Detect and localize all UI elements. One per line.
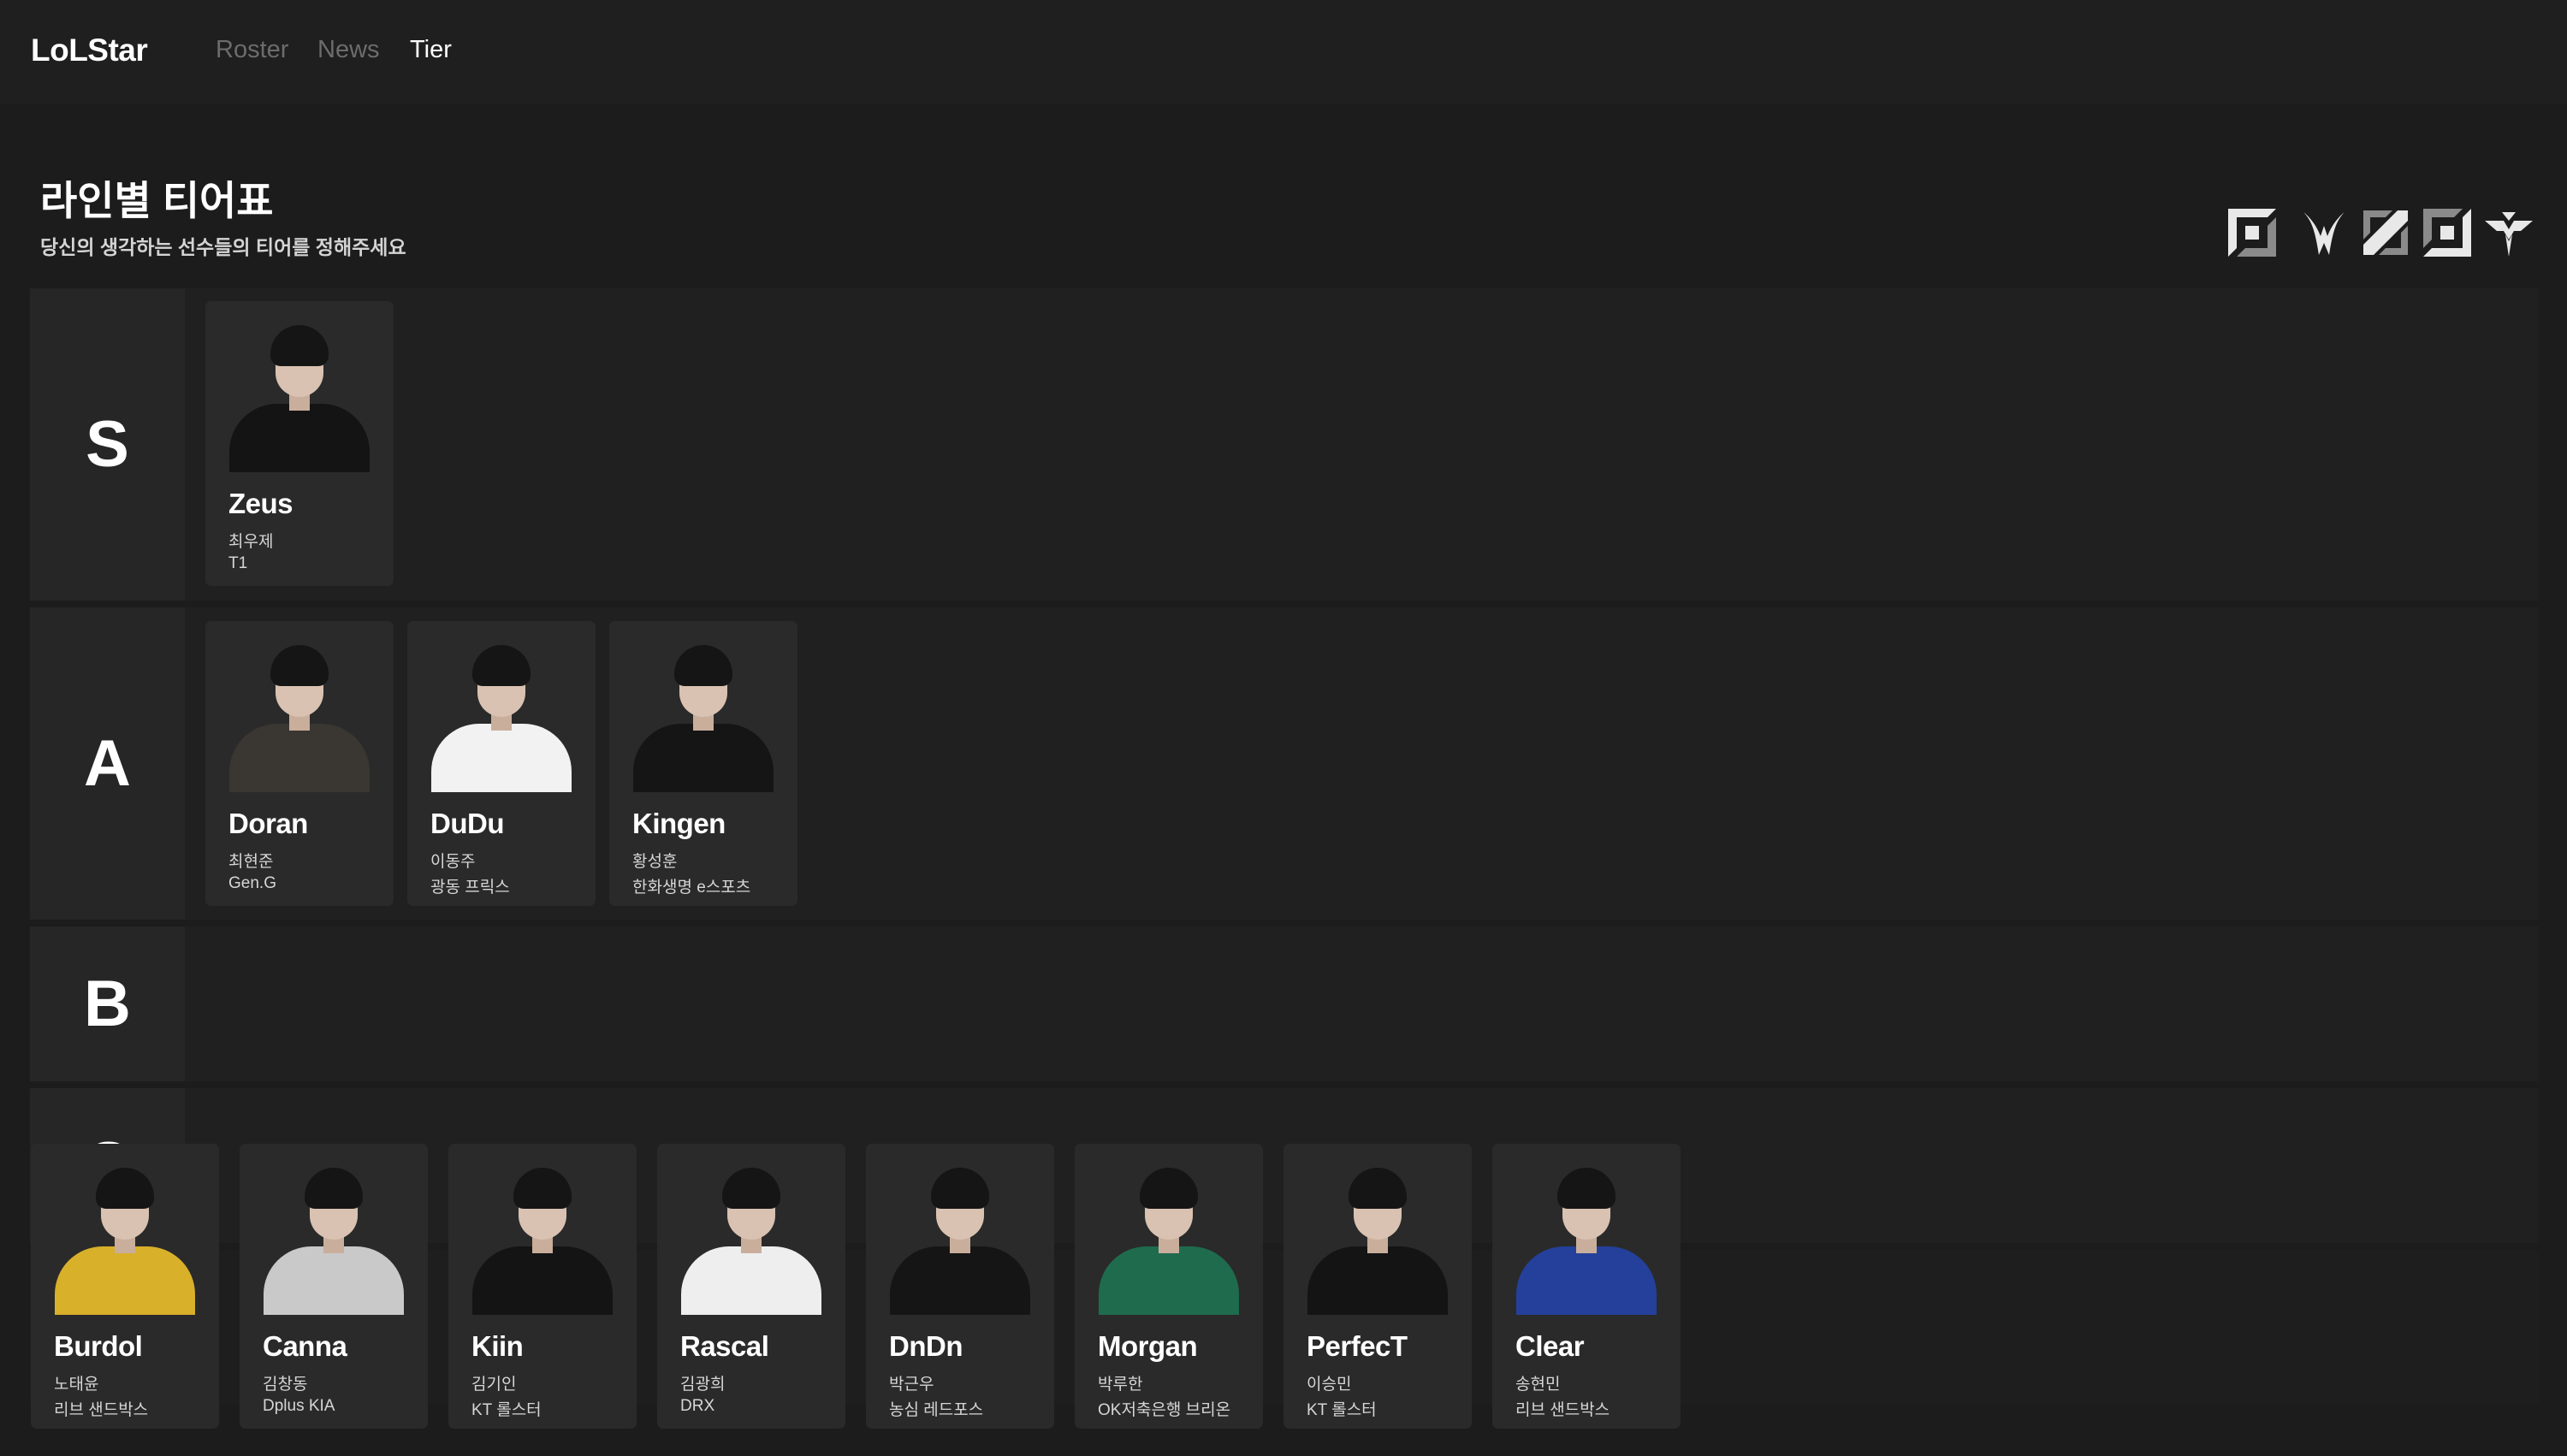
nav-news[interactable]: News (317, 36, 380, 64)
tier-label: S (30, 288, 185, 601)
player-real-name: 박근우 (889, 1376, 934, 1394)
player-card[interactable]: DnDn 박근우 농심 레드포스 (866, 1144, 1054, 1429)
player-team: DRX (680, 1397, 715, 1415)
page-subtitle: 당신의 생각하는 선수들의 티어를 정해주세요 (40, 236, 406, 258)
player-name: DnDn (889, 1330, 963, 1362)
player-real-name: 이승민 (1307, 1376, 1352, 1394)
player-team: Gen.G (228, 874, 276, 892)
logo[interactable]: LoLStar (31, 33, 148, 68)
player-photo (890, 1157, 1030, 1315)
player-card[interactable]: PerfecT 이승민 KT 롤스터 (1284, 1144, 1472, 1429)
player-name: Rascal (680, 1330, 769, 1362)
player-shirt (633, 724, 774, 792)
player-photo (55, 1157, 195, 1315)
player-real-name: 최우제 (228, 533, 274, 551)
player-photo (431, 635, 572, 792)
player-real-name: 최현준 (228, 853, 274, 871)
player-photo (633, 635, 774, 792)
player-photo (681, 1157, 821, 1315)
player-photo (1099, 1157, 1239, 1315)
player-name: DuDu (430, 808, 504, 839)
top-navbar: LoLStar Roster News Tier (0, 0, 2567, 104)
player-shirt (1516, 1246, 1657, 1315)
player-card[interactable]: Morgan 박루한 OK저축은행 브리온 (1075, 1144, 1263, 1429)
player-team: 리브 샌드박스 (54, 1401, 149, 1419)
support-icon[interactable] (2481, 205, 2536, 260)
player-real-name: 김광희 (680, 1376, 726, 1394)
player-shirt (264, 1246, 404, 1315)
player-shirt (229, 724, 370, 792)
tier-label: A (30, 607, 185, 920)
player-photo (229, 315, 370, 472)
tier-row-s[interactable]: S (30, 288, 2539, 601)
player-name: PerfecT (1307, 1330, 1408, 1362)
player-shirt (229, 404, 370, 472)
player-card[interactable]: Doran 최현준 Gen.G (205, 621, 394, 906)
player-card[interactable]: Kiin 김기인 KT 롤스터 (448, 1144, 637, 1429)
player-card[interactable]: Canna 김창동 Dplus KIA (240, 1144, 428, 1429)
player-shirt (890, 1246, 1030, 1315)
player-shirt (431, 724, 572, 792)
tier-label: B (30, 926, 185, 1081)
tier-row-a[interactable]: A (30, 607, 2539, 920)
player-name: Kiin (471, 1330, 524, 1362)
player-team: 농심 레드포스 (889, 1401, 984, 1419)
player-card[interactable]: Kingen 황성훈 한화생명 e스포츠 (609, 621, 797, 906)
player-real-name: 박루한 (1098, 1376, 1143, 1394)
nav-roster[interactable]: Roster (216, 36, 288, 64)
player-real-name: 황성훈 (632, 853, 678, 871)
player-team: 광동 프릭스 (430, 879, 510, 897)
player-real-name: 김기인 (471, 1376, 517, 1394)
player-team: KT 롤스터 (1307, 1401, 1377, 1419)
player-shirt (1307, 1246, 1448, 1315)
player-team: 리브 샌드박스 (1515, 1401, 1610, 1419)
player-card[interactable]: Burdol 노태윤 리브 샌드박스 (31, 1144, 219, 1429)
player-photo (1516, 1157, 1657, 1315)
player-team: OK저축은행 브리온 (1098, 1401, 1231, 1419)
player-photo (229, 635, 370, 792)
player-real-name: 김창동 (263, 1376, 308, 1394)
tier-row-b[interactable]: B (30, 926, 2539, 1081)
player-name: Morgan (1098, 1330, 1198, 1362)
page-title: 라인별 티어표 (40, 178, 274, 223)
top-lane-icon[interactable] (2225, 205, 2279, 260)
player-photo (472, 1157, 613, 1315)
player-name: Canna (263, 1330, 347, 1362)
player-team: Dplus KIA (263, 1397, 335, 1415)
mid-lane-icon[interactable] (2358, 205, 2413, 260)
player-card[interactable]: Clear 송현민 리브 샌드박스 (1492, 1144, 1681, 1429)
player-name: Clear (1515, 1330, 1585, 1362)
player-real-name: 노태윤 (54, 1376, 99, 1394)
player-name: Zeus (228, 488, 293, 519)
player-team: KT 롤스터 (471, 1401, 542, 1419)
player-team: T1 (228, 554, 248, 572)
player-shirt (55, 1246, 195, 1315)
player-card[interactable]: DuDu 이동주 광동 프릭스 (407, 621, 596, 906)
player-shirt (681, 1246, 821, 1315)
player-photo (1307, 1157, 1448, 1315)
player-real-name: 이동주 (430, 853, 476, 871)
player-photo (264, 1157, 404, 1315)
bot-lane-icon[interactable] (2420, 205, 2475, 260)
player-name: Burdol (54, 1330, 143, 1362)
player-shirt (472, 1246, 613, 1315)
player-card[interactable]: Zeus 최우제 T1 (205, 301, 394, 586)
player-card[interactable]: Rascal 김광희 DRX (657, 1144, 845, 1429)
player-team: 한화생명 e스포츠 (632, 879, 751, 897)
jungle-icon[interactable] (2297, 205, 2351, 260)
player-name: Kingen (632, 808, 726, 839)
nav-tier[interactable]: Tier (410, 36, 452, 64)
player-real-name: 송현민 (1515, 1376, 1561, 1394)
player-name: Doran (228, 808, 308, 839)
player-shirt (1099, 1246, 1239, 1315)
